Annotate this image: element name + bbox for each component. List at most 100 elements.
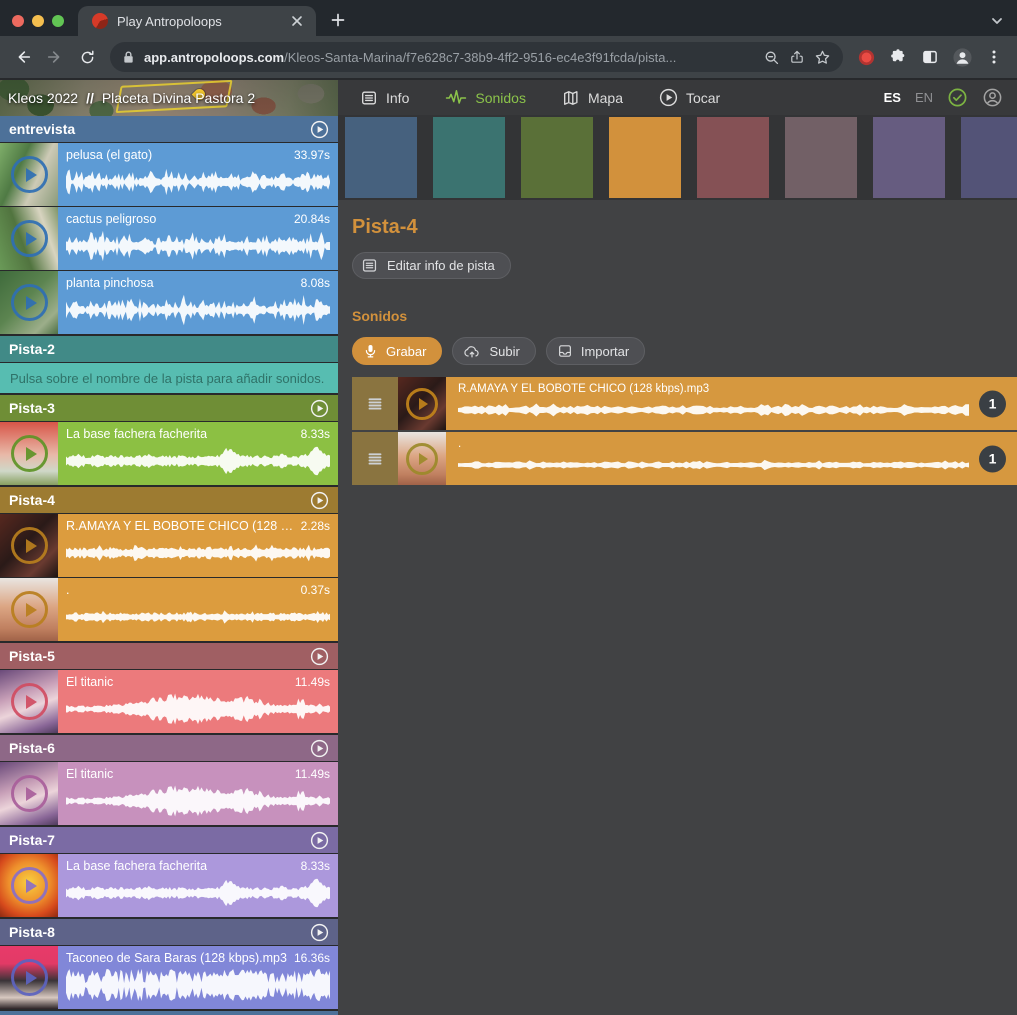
play-overlay-icon[interactable] bbox=[398, 432, 446, 485]
play-overlay-icon[interactable] bbox=[0, 422, 58, 485]
play-section-icon[interactable] bbox=[310, 491, 329, 510]
sound-item[interactable]: El titanic11.49s bbox=[0, 670, 338, 733]
record-extension-icon[interactable] bbox=[851, 42, 881, 72]
lock-icon[interactable] bbox=[122, 50, 135, 64]
minimize-window-button[interactable] bbox=[32, 15, 44, 27]
play-section-icon[interactable] bbox=[310, 647, 329, 666]
sound-item[interactable]: .0.37s bbox=[0, 578, 338, 641]
play-overlay-icon[interactable] bbox=[0, 207, 58, 270]
track-color-swatch[interactable] bbox=[961, 117, 1017, 198]
sound-item[interactable]: La base fachera facherita8.33s bbox=[0, 422, 338, 485]
breadcrumb-project[interactable]: Kleos 2022 bbox=[8, 90, 78, 106]
sound-item[interactable]: pelusa (el gato)33.97s bbox=[0, 143, 338, 206]
play-overlay-icon[interactable] bbox=[0, 854, 58, 917]
play-overlay-icon[interactable] bbox=[0, 271, 58, 334]
language-en-button[interactable]: EN bbox=[915, 90, 933, 105]
sound-title: El titanic bbox=[66, 675, 113, 689]
waveform bbox=[458, 397, 969, 423]
importar-button[interactable]: Importar bbox=[546, 337, 645, 365]
drag-handle[interactable] bbox=[352, 432, 398, 485]
play-overlay-icon[interactable] bbox=[0, 578, 58, 641]
track-color-swatch[interactable] bbox=[521, 117, 593, 198]
address-bar[interactable]: app.antropoloops.com/Kleos-Santa-Marina/… bbox=[110, 42, 843, 72]
sound-row[interactable]: .1 bbox=[352, 432, 1017, 485]
nav-item-mapa[interactable]: Mapa bbox=[562, 89, 623, 107]
wave-icon bbox=[445, 89, 467, 107]
waveform bbox=[66, 536, 330, 570]
track-color-swatch[interactable] bbox=[785, 117, 857, 198]
section-header[interactable]: Pista-2 bbox=[0, 336, 338, 362]
play-circle-icon bbox=[659, 88, 678, 107]
page-title: Pista-4 bbox=[352, 216, 1017, 239]
track-color-swatch[interactable] bbox=[345, 117, 417, 198]
nav-item-info[interactable]: Info bbox=[360, 89, 409, 107]
profile-avatar[interactable] bbox=[947, 42, 977, 72]
edit-track-info-button[interactable]: Editar info de pista bbox=[352, 252, 511, 279]
account-icon[interactable] bbox=[982, 87, 1003, 108]
tab-search-chevron-icon[interactable] bbox=[990, 14, 1004, 28]
extensions-puzzle-icon[interactable] bbox=[883, 42, 913, 72]
new-tab-button[interactable] bbox=[324, 6, 352, 34]
sound-title: La base fachera facherita bbox=[66, 859, 207, 873]
bookmark-star-icon[interactable] bbox=[814, 49, 831, 66]
forward-button[interactable] bbox=[40, 42, 70, 72]
grabar-button[interactable]: Grabar bbox=[352, 337, 442, 365]
browser-tab[interactable]: Play Antropoloops bbox=[78, 6, 316, 36]
sound-item[interactable]: planta pinchosa8.08s bbox=[0, 271, 338, 334]
share-icon[interactable] bbox=[789, 49, 805, 65]
play-overlay-icon[interactable] bbox=[398, 377, 446, 430]
drag-handle[interactable] bbox=[352, 377, 398, 430]
project-header-image[interactable]: Kleos 2022 // Placeta Divina Pastora 2 bbox=[0, 80, 338, 116]
sound-thumbnail bbox=[0, 670, 58, 733]
sound-duration: 0.37s bbox=[301, 583, 330, 597]
sound-item[interactable]: La base fachera facherita8.33s bbox=[0, 854, 338, 917]
side-panel-icon[interactable] bbox=[915, 42, 945, 72]
language-es-button[interactable]: ES bbox=[884, 90, 901, 105]
refresh-button[interactable] bbox=[72, 42, 102, 72]
section-header[interactable]: entrevista bbox=[0, 116, 338, 142]
sound-item[interactable]: R.AMAYA Y EL BOBOTE CHICO (128 kbps)....… bbox=[0, 514, 338, 577]
sound-thumbnail bbox=[0, 578, 58, 641]
subir-button[interactable]: Subir bbox=[452, 337, 535, 365]
play-section-icon[interactable] bbox=[310, 923, 329, 942]
loop-count-badge: 1 bbox=[979, 445, 1006, 472]
sync-check-icon[interactable] bbox=[947, 87, 968, 108]
track-color-swatch[interactable] bbox=[873, 117, 945, 198]
play-overlay-icon[interactable] bbox=[0, 143, 58, 206]
sound-row[interactable]: R.AMAYA Y EL BOBOTE CHICO (128 kbps).mp3… bbox=[352, 377, 1017, 430]
section-header[interactable]: Pista-8 bbox=[0, 919, 338, 945]
sound-title: La base fachera facherita bbox=[66, 427, 207, 441]
play-overlay-icon[interactable] bbox=[0, 670, 58, 733]
sound-item[interactable]: El titanic11.49s bbox=[0, 762, 338, 825]
section-header[interactable]: Pista-5 bbox=[0, 643, 338, 669]
play-section-icon[interactable] bbox=[310, 120, 329, 139]
track-color-swatch[interactable] bbox=[433, 117, 505, 198]
play-section-icon[interactable] bbox=[310, 831, 329, 850]
play-overlay-icon[interactable] bbox=[0, 762, 58, 825]
track-color-swatch[interactable] bbox=[609, 117, 681, 198]
fullscreen-window-button[interactable] bbox=[52, 15, 64, 27]
close-window-button[interactable] bbox=[12, 15, 24, 27]
play-overlay-icon[interactable] bbox=[0, 946, 58, 1009]
sound-duration: 11.49s bbox=[295, 767, 330, 781]
section-header[interactable]: Pista-7 bbox=[0, 827, 338, 853]
nav-item-sonidos[interactable]: Sonidos bbox=[445, 89, 526, 107]
breadcrumb-track[interactable]: Placeta Divina Pastora 2 bbox=[102, 90, 255, 106]
tab-close-icon[interactable] bbox=[288, 12, 306, 30]
sidebar-section-pista-7: Pista-7La base fachera facherita8.33s bbox=[0, 827, 338, 917]
waveform bbox=[66, 229, 330, 263]
browser-menu-kebab-icon[interactable] bbox=[979, 42, 1009, 72]
track-color-swatch[interactable] bbox=[697, 117, 769, 198]
section-header[interactable]: Pista-6 bbox=[0, 735, 338, 761]
section-header[interactable]: Pista-4 bbox=[0, 487, 338, 513]
play-section-icon[interactable] bbox=[310, 739, 329, 758]
play-overlay-icon[interactable] bbox=[0, 514, 58, 577]
back-button[interactable] bbox=[8, 42, 38, 72]
nav-item-tocar[interactable]: Tocar bbox=[659, 88, 720, 107]
play-section-icon[interactable] bbox=[310, 399, 329, 418]
zoom-out-icon[interactable] bbox=[763, 49, 780, 66]
sound-item[interactable]: Taconeo de Sara Baras (128 kbps).mp316.3… bbox=[0, 946, 338, 1009]
sound-item[interactable]: cactus peligroso20.84s bbox=[0, 207, 338, 270]
section-name: Pista-5 bbox=[9, 648, 55, 664]
section-header[interactable]: Pista-3 bbox=[0, 395, 338, 421]
